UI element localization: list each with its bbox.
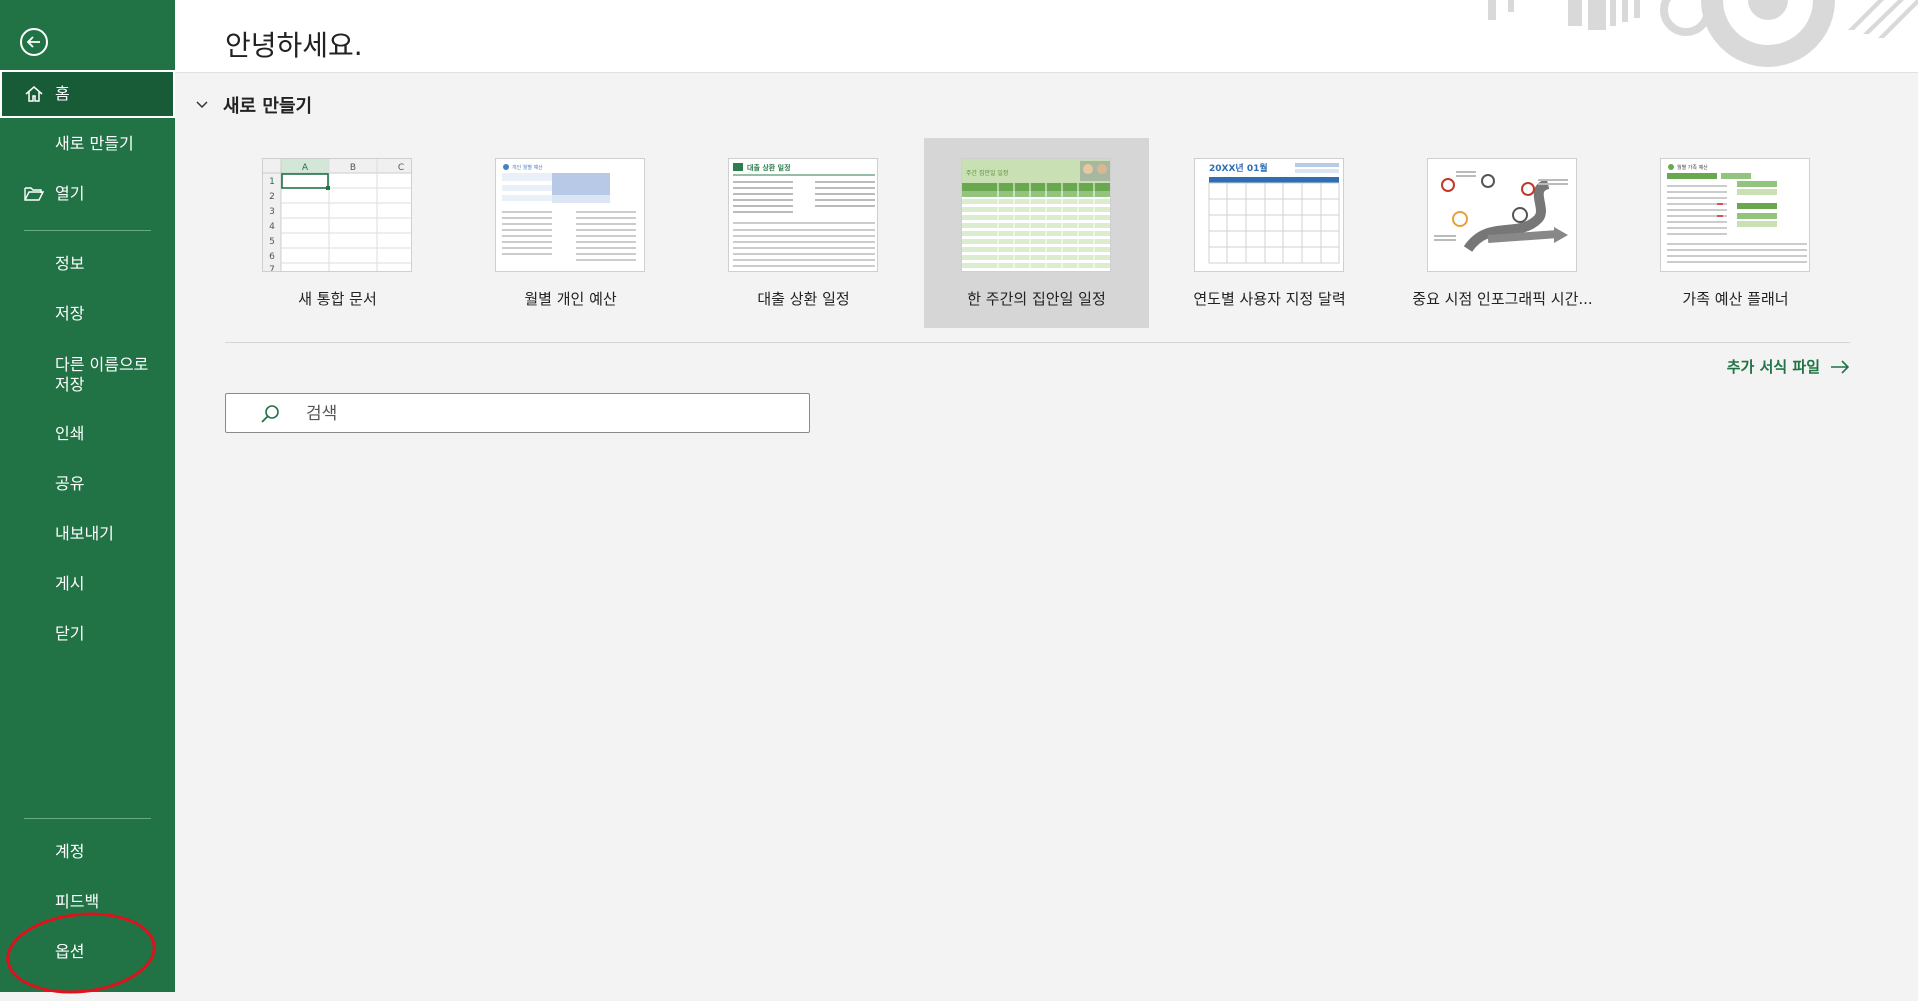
thumb-title: 대출 상환 일정 <box>747 163 791 172</box>
row-header: 6 <box>269 252 275 262</box>
header: 안녕하세요. <box>175 0 1918 73</box>
sidebar-item-save-as[interactable]: 다른 이름으로 저장 <box>0 345 175 405</box>
sidebar: 홈 새로 만들기 열기 정보 저장 다른 이름으로 저장 인쇄 공유 내보내기 … <box>0 0 175 992</box>
sidebar-item-account[interactable]: 계정 <box>0 828 175 876</box>
sidebar-item-close[interactable]: 닫기 <box>0 610 175 658</box>
sidebar-item-label: 인쇄 <box>55 424 85 443</box>
arrow-right-icon <box>1831 359 1850 374</box>
sidebar-item-share[interactable]: 공유 <box>0 460 175 508</box>
template-thumbnail: 대출 상환 일정 <box>728 158 878 272</box>
row-header: 5 <box>269 237 275 247</box>
header-decoration <box>1488 0 1918 67</box>
template-loan-schedule[interactable]: 대출 상환 일정 대출 상환 일정 <box>691 138 916 328</box>
sidebar-item-label: 닫기 <box>55 624 85 643</box>
thumb-title: 월별 가족 예산 <box>1677 164 1708 171</box>
row-header: 2 <box>269 192 275 202</box>
sidebar-item-label: 공유 <box>55 474 85 493</box>
row-header: 4 <box>269 222 275 232</box>
calendar-preview-image: 20XX년 01월 <box>1208 162 1340 264</box>
template-thumbnail: 개인 월별 예산 <box>495 158 645 272</box>
sidebar-item-open[interactable]: 열기 <box>0 170 175 218</box>
budget-preview-image: 개인 월별 예산 <box>502 164 636 261</box>
loan-preview-image: 대출 상환 일정 <box>733 163 875 267</box>
timeline-preview-image <box>1434 171 1568 253</box>
page-title: 안녕하세요. <box>225 29 363 62</box>
sidebar-item-save[interactable]: 저장 <box>0 290 175 338</box>
sidebar-separator <box>24 230 151 231</box>
folder-open-icon <box>24 187 44 201</box>
template-thumbnail: 20XX년 01월 <box>1194 158 1344 272</box>
sidebar-item-label: 게시 <box>55 574 85 593</box>
new-section-toggle[interactable]: 새로 만들기 <box>195 92 312 118</box>
template-thumbnail: 월별 가족 예산 <box>1660 158 1810 272</box>
chevron-down-icon <box>196 101 208 109</box>
template-label: 월별 개인 예산 <box>524 290 617 308</box>
sidebar-item-label: 피드백 <box>55 892 100 911</box>
sidebar-item-label: 내보내기 <box>55 524 114 543</box>
thumb-title: 20XX년 01월 <box>1209 162 1268 174</box>
sidebar-item-print[interactable]: 인쇄 <box>0 410 175 458</box>
template-label: 중요 시점 인포그래픽 시간... <box>1412 290 1593 308</box>
home-icon <box>25 86 43 102</box>
family-budget-preview-image: 월별 가족 예산 <box>1667 164 1807 263</box>
sidebar-item-label: 열기 <box>55 184 85 203</box>
row-header: 7 <box>269 265 275 272</box>
sidebar-item-export[interactable]: 내보내기 <box>0 510 175 558</box>
sidebar-item-label: 저장 <box>55 304 85 323</box>
chores-preview-image: 주간 집안일 일정 <box>962 159 1110 271</box>
template-milestone-timeline[interactable]: 중요 시점 인포그래픽 시간... <box>1390 138 1615 328</box>
sidebar-item-label: 정보 <box>55 254 85 273</box>
template-blank-workbook[interactable]: A B C 1 2 3 4 5 6 7 새 통합 문서 <box>225 138 450 328</box>
template-label: 대출 상환 일정 <box>757 290 850 308</box>
section-title: 새로 만들기 <box>223 96 313 117</box>
template-family-budget[interactable]: 월별 가족 예산 가족 예산 플래너 <box>1623 138 1848 328</box>
template-thumbnail: A B C 1 2 3 4 5 6 7 <box>262 158 412 272</box>
back-arrow-icon <box>26 36 40 48</box>
thumb-title: 주간 집안일 일정 <box>966 169 1008 177</box>
row-header: 1 <box>269 177 275 187</box>
sidebar-item-label: 계정 <box>55 842 85 861</box>
sidebar-item-label: 다른 이름으로 저장 <box>55 355 149 394</box>
column-header: B <box>350 163 356 173</box>
template-label: 연도별 사용자 지정 달력 <box>1193 290 1346 308</box>
row-header: 3 <box>269 207 275 217</box>
sidebar-item-home[interactable]: 홈 <box>0 70 175 118</box>
sidebar-item-new[interactable]: 새로 만들기 <box>0 120 175 168</box>
more-templates-label: 추가 서식 파일 <box>1726 358 1820 376</box>
column-header: A <box>302 163 309 173</box>
sidebar-item-label: 홈 <box>55 84 70 103</box>
template-label: 가족 예산 플래너 <box>1682 290 1789 308</box>
back-button[interactable] <box>20 28 48 56</box>
template-monthly-budget[interactable]: 개인 월별 예산 월별 개인 예산 <box>458 138 683 328</box>
section-divider <box>225 342 1850 343</box>
sidebar-item-info[interactable]: 정보 <box>0 240 175 288</box>
column-header: C <box>398 163 404 173</box>
thumb-title: 개인 월별 예산 <box>512 164 543 171</box>
sidebar-item-label: 새로 만들기 <box>55 134 134 153</box>
more-templates-link[interactable]: 추가 서식 파일 <box>1727 356 1850 377</box>
template-label: 한 주간의 집안일 일정 <box>967 290 1106 308</box>
template-weekly-chores[interactable]: 주간 집안일 일정 한 주간의 집안일 일정 <box>924 138 1149 328</box>
search-input[interactable] <box>304 400 788 428</box>
template-yearly-calendar[interactable]: 20XX년 01월 연도별 사용자 지정 달력 <box>1157 138 1382 328</box>
workbook-grid-image: A B C 1 2 3 4 5 6 7 <box>263 159 411 272</box>
template-thumbnail: 주간 집안일 일정 <box>961 158 1111 272</box>
template-thumbnail <box>1427 158 1577 272</box>
search-box[interactable] <box>225 393 810 433</box>
sidebar-separator <box>24 818 151 819</box>
search-icon <box>261 405 279 423</box>
template-label: 새 통합 문서 <box>298 290 377 308</box>
sidebar-item-publish[interactable]: 게시 <box>0 560 175 608</box>
